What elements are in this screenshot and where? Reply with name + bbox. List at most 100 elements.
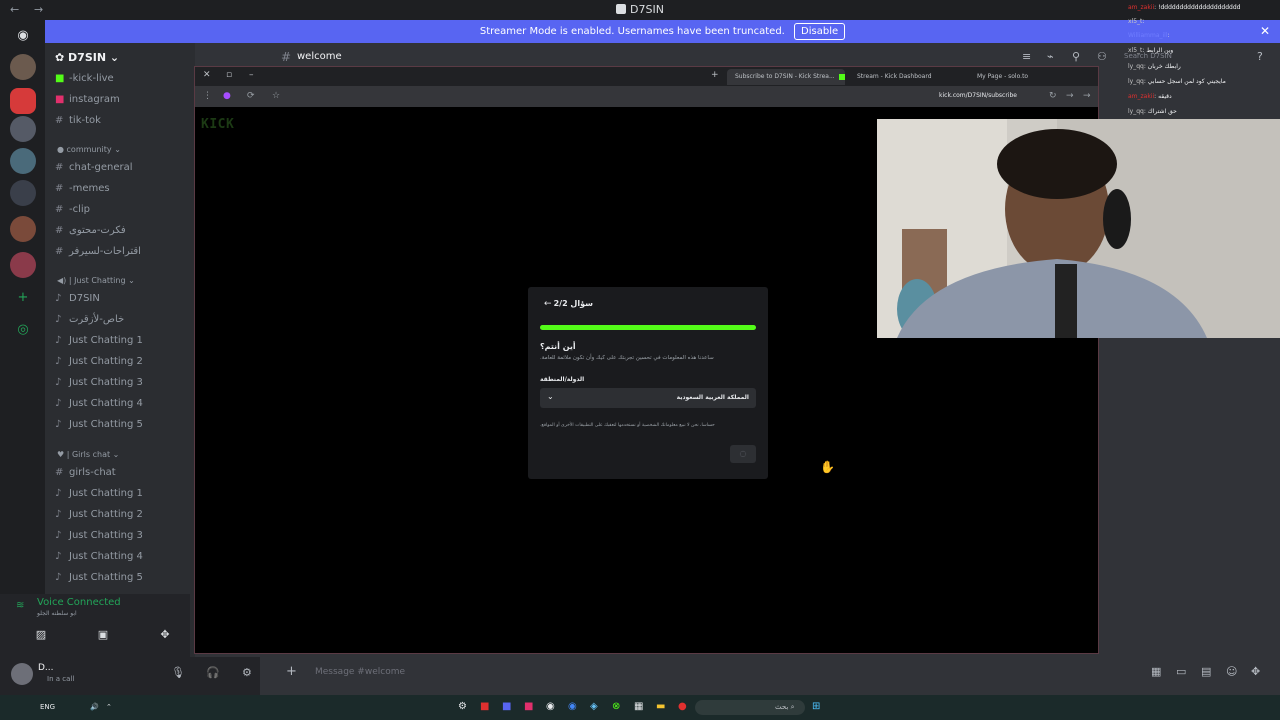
reload-icon[interactable]: ↻ [1049, 91, 1057, 101]
minimize-window-icon[interactable]: – [249, 70, 254, 80]
sticker-icon[interactable]: ▤ [1201, 665, 1211, 678]
voice-channel[interactable]: ♪ Just Chatting 3 [55, 377, 143, 388]
server-icon[interactable] [10, 216, 36, 242]
submit-button[interactable]: ◌ [730, 445, 756, 463]
microphone-icon[interactable]: 🎙 [171, 666, 185, 679]
store-icon[interactable]: ▦ [634, 701, 643, 712]
discord-home-icon[interactable]: ◉ [13, 28, 33, 43]
add-attachment-icon[interactable]: + [286, 664, 297, 679]
message-input[interactable]: Message #welcome [315, 667, 405, 677]
activities-icon[interactable]: ✥ [137, 628, 193, 646]
message-composer[interactable]: + Message #welcome ▦ ▭ ▤ ☺ ✥ [280, 662, 1280, 684]
gift-icon[interactable]: ▦ [1151, 665, 1161, 678]
server-icon[interactable] [10, 116, 36, 142]
menu-icon[interactable]: ⋮ [203, 91, 212, 101]
tab-dashboard[interactable]: Stream - Kick Dashboard [849, 69, 959, 85]
refresh-icon[interactable]: ⟳ [247, 91, 255, 101]
voice-channel[interactable]: ♪ Just Chatting 5 [55, 572, 143, 583]
bookmark-star-icon[interactable]: ☆ [272, 91, 280, 101]
channel-label: Just Chatting 1 [69, 488, 143, 499]
webcam-image [877, 119, 1280, 338]
kick-logo[interactable]: KICK [201, 117, 234, 132]
country-select[interactable]: ⌄ المملكة العربية السعودية [540, 388, 756, 408]
folder-icon[interactable]: ▬ [656, 701, 665, 712]
voice-channel[interactable]: ♪ Just Chatting 4 [55, 551, 143, 562]
channel[interactable]: # فكرت-محتوى [55, 225, 126, 236]
taskbar-search[interactable]: بحث ⌕ [695, 700, 805, 715]
voice-channel[interactable]: ♪ Just Chatting 2 [55, 509, 143, 520]
channel[interactable]: # اقتراحات-لسيرفر [55, 246, 141, 257]
discover-icon[interactable]: ◎ [13, 322, 33, 337]
extension-icon[interactable]: ● [223, 91, 231, 101]
channel-kick-live[interactable]: ■ -kick-live [55, 73, 114, 84]
gear-icon[interactable]: ⚙ [242, 666, 252, 679]
headphones-icon[interactable]: 🎧 [206, 666, 220, 679]
member-list-icon[interactable]: ⚇ [1097, 50, 1107, 63]
threads-icon[interactable]: ≡ [1022, 50, 1031, 63]
category-just-chatting[interactable]: ◀) | Just Chatting ⌄ [57, 276, 135, 285]
category-community[interactable]: ● community ⌄ [57, 145, 121, 154]
voice-channel[interactable]: ♪ Just Chatting 2 [55, 356, 143, 367]
voice-channel[interactable]: ♪ D7SIN [55, 293, 100, 304]
close-window-icon[interactable]: ✕ [203, 70, 211, 80]
tray-chevron-icon[interactable]: ⌃ [106, 703, 112, 711]
voice-channel[interactable]: ♪ Just Chatting 5 [55, 419, 143, 430]
disable-button[interactable]: Disable [794, 23, 846, 40]
close-icon[interactable]: ✕ [1260, 20, 1270, 43]
voice-channel[interactable]: ♪ Just Chatting 3 [55, 530, 143, 541]
language-indicator[interactable]: ENG [40, 703, 55, 711]
help-icon[interactable]: ? [1257, 50, 1263, 63]
voice-channel[interactable]: ♪ خاص-لأزقرت [55, 314, 124, 325]
emoji-icon[interactable]: ☺ [1226, 665, 1237, 678]
xbox-icon[interactable]: ⊗ [612, 701, 620, 712]
volume-icon[interactable]: 🔊 [90, 703, 99, 711]
screen-share-icon[interactable]: ▣ [75, 628, 131, 646]
channel[interactable]: # -memes [55, 183, 110, 194]
channel-label: Just Chatting 5 [69, 572, 143, 583]
windows-start-icon[interactable]: ⊞ [812, 701, 820, 712]
nav-forward-icon[interactable]: → [1083, 91, 1091, 101]
channel[interactable]: # girls-chat [55, 467, 116, 478]
obs-icon[interactable]: ◉ [546, 701, 555, 712]
voice-channel[interactable]: ♪ Just Chatting 1 [55, 488, 143, 499]
category-girls-chat[interactable]: ♥ | Girls chat ⌄ [57, 450, 119, 459]
apps-icon[interactable]: ✥ [1251, 665, 1260, 678]
new-tab-button[interactable]: + [711, 70, 719, 80]
add-server-icon[interactable]: + [13, 290, 33, 305]
channel-label: Just Chatting 3 [69, 530, 143, 541]
channel[interactable]: # -clip [55, 204, 90, 215]
tab-subscribe[interactable]: Subscribe to D7SIN - Kick Strea... [727, 69, 845, 85]
server-icon-active[interactable] [10, 88, 36, 114]
video-off-icon[interactable]: ▨ [13, 628, 69, 646]
channel-tik-tok[interactable]: # tik-tok [55, 115, 101, 126]
gif-icon[interactable]: ▭ [1176, 665, 1186, 678]
chrome-icon[interactable]: ◉ [568, 701, 577, 712]
server-icon[interactable] [10, 252, 36, 278]
avatar[interactable] [11, 663, 33, 685]
app-icon[interactable]: ● [678, 701, 687, 712]
app-icon[interactable]: ■ [480, 701, 489, 712]
nav-back-icon[interactable]: → [1066, 91, 1074, 101]
server-name[interactable]: ✿ D7SIN ⌄ [55, 51, 119, 64]
discord-app-icon[interactable]: ■ [502, 701, 511, 712]
server-icon[interactable] [10, 148, 36, 174]
notification-icon[interactable]: ⌁ [1047, 50, 1054, 63]
channel[interactable]: # chat-general [55, 162, 133, 173]
url-field[interactable]: kick.com/D7SIN/subscribe [939, 92, 1017, 99]
voice-status[interactable]: Voice Connected [37, 597, 121, 608]
tab-solo[interactable]: My Page - solo.to [969, 69, 1079, 85]
restore-window-icon[interactable]: ▫ [226, 70, 232, 80]
server-icon[interactable] [10, 180, 36, 206]
channel-label: tik-tok [69, 115, 101, 126]
channel-label: -memes [69, 183, 110, 194]
channel-instagram[interactable]: ■ instagram [55, 94, 120, 105]
instagram-app-icon[interactable]: ■ [524, 701, 533, 712]
arrow-left-icon[interactable]: ← [544, 299, 552, 309]
pin-icon[interactable]: ⚲ [1072, 50, 1080, 63]
voice-channel[interactable]: ♪ Just Chatting 4 [55, 398, 143, 409]
app-icon[interactable]: ⚙ [458, 701, 467, 712]
steam-icon[interactable]: ◈ [590, 701, 598, 712]
voice-channel[interactable]: ♪ Just Chatting 1 [55, 335, 143, 346]
server-icon[interactable] [10, 54, 36, 80]
search-input[interactable]: Search D7SIN [1124, 52, 1172, 60]
